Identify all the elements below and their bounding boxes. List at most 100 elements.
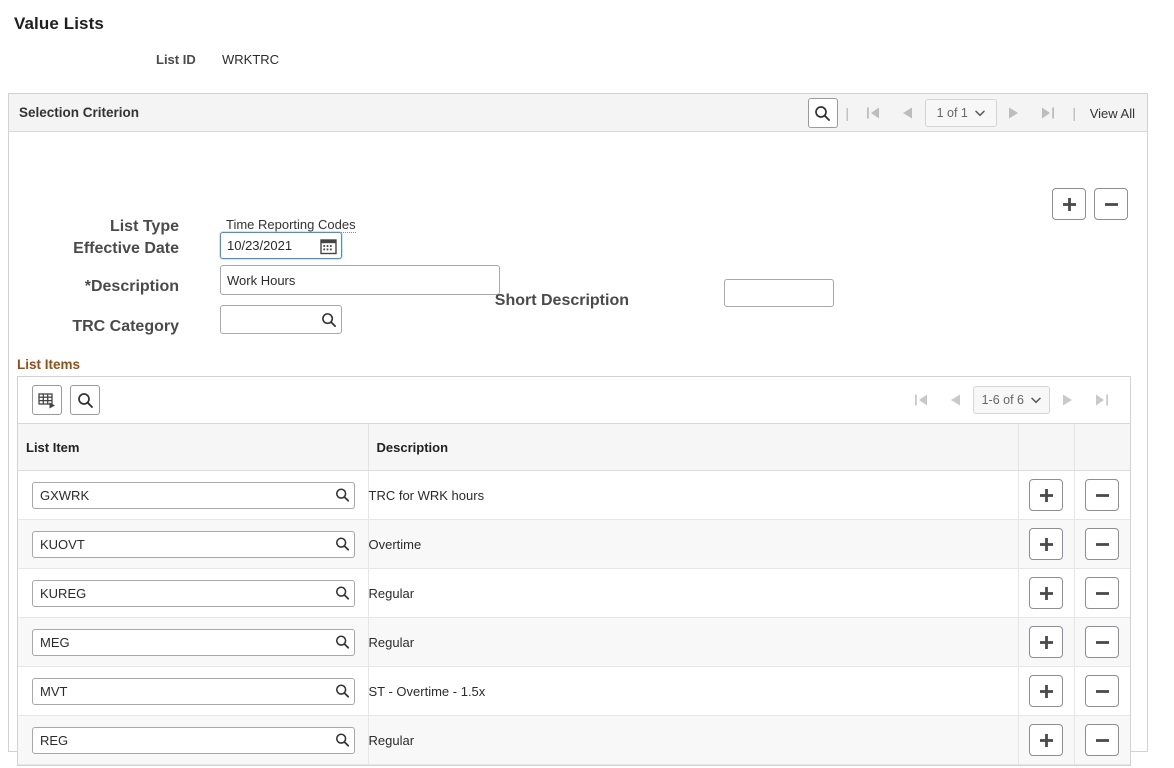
- list-item-lookup-button[interactable]: [335, 586, 350, 601]
- next-page-button[interactable]: [997, 100, 1031, 126]
- plus-icon: [1039, 586, 1053, 600]
- chevron-down-icon: [1031, 397, 1041, 403]
- scroll-navigation-bar: | 1 of 1 | View All: [807, 94, 1137, 132]
- list-item-field-wrap: [32, 726, 355, 754]
- list-item-input[interactable]: [32, 726, 355, 754]
- table-row: Regular: [18, 568, 1130, 618]
- add-row-button[interactable]: [1029, 577, 1063, 609]
- lookup-search-icon: [322, 312, 337, 327]
- page-title: Value Lists: [14, 14, 104, 33]
- cell-remove: [1074, 470, 1130, 520]
- delete-row-button[interactable]: [1085, 724, 1120, 756]
- list-item-field-wrap: [32, 677, 355, 705]
- cell-description: Regular: [368, 617, 1019, 667]
- cell-add: [1018, 470, 1075, 520]
- grid-range-dropdown[interactable]: 1-6 of 6: [972, 386, 1050, 414]
- minus-icon: [1095, 591, 1109, 595]
- table-header-row: List Item Description: [18, 424, 1130, 471]
- cell-add: [1018, 519, 1075, 569]
- delete-row-button[interactable]: [1085, 675, 1120, 707]
- list-item-lookup-button[interactable]: [335, 635, 350, 650]
- list-item-field-wrap: [32, 530, 355, 558]
- search-icon: [815, 105, 831, 121]
- grid-first-page-button[interactable]: [905, 387, 939, 413]
- column-header-list-item: List Item: [18, 424, 369, 471]
- list-id-value: WRKTRC: [222, 52, 280, 67]
- list-items-table-body: TRC for WRK hours: [18, 470, 1130, 765]
- add-row-button[interactable]: [1029, 626, 1063, 658]
- delete-row-button[interactable]: [1085, 577, 1120, 609]
- table-row: TRC for WRK hours: [18, 470, 1130, 520]
- list-item-lookup-button[interactable]: [335, 488, 350, 503]
- delete-row-button[interactable]: [1094, 188, 1128, 220]
- cell-description: Overtime: [368, 519, 1019, 569]
- view-all-link[interactable]: View All: [1090, 106, 1135, 121]
- plus-icon: [1062, 197, 1076, 211]
- minus-icon: [1095, 542, 1109, 546]
- page-indicator-dropdown[interactable]: 1 of 1: [924, 99, 997, 127]
- add-row-button[interactable]: [1029, 675, 1063, 707]
- grid-personalize-icon: [38, 392, 55, 408]
- plus-icon: [1039, 684, 1053, 698]
- grid-next-page-button[interactable]: [1050, 387, 1084, 413]
- effective-date-field-wrap: [220, 232, 342, 259]
- add-row-button[interactable]: [1052, 188, 1086, 220]
- list-item-field-wrap: [32, 579, 355, 607]
- add-row-button[interactable]: [1029, 479, 1063, 511]
- table-row: Regular: [18, 715, 1130, 765]
- short-description-input[interactable]: [724, 279, 834, 307]
- list-id-label: List ID: [156, 52, 196, 67]
- add-row-button[interactable]: [1029, 528, 1063, 560]
- grid-last-page-button[interactable]: [1084, 387, 1118, 413]
- chevron-down-icon: [975, 110, 985, 116]
- cell-list-item: [18, 470, 369, 520]
- delete-row-button[interactable]: [1085, 528, 1120, 560]
- cell-remove: [1074, 666, 1130, 716]
- calendar-icon-button[interactable]: [320, 237, 337, 254]
- grid-find-button[interactable]: [70, 385, 100, 415]
- lookup-search-icon: [335, 537, 350, 551]
- search-icon-button[interactable]: [807, 98, 838, 128]
- next-page-icon: [1009, 107, 1019, 119]
- cell-description: Regular: [368, 568, 1019, 618]
- list-item-lookup-button[interactable]: [335, 684, 350, 699]
- list-item-input[interactable]: [32, 677, 355, 705]
- list-id-row: List ID WRKTRC: [0, 52, 1174, 72]
- add-row-button[interactable]: [1029, 724, 1063, 756]
- lookup-search-icon: [335, 488, 350, 502]
- previous-page-button[interactable]: [891, 100, 925, 126]
- nav-separator-right: |: [1072, 105, 1077, 121]
- minus-icon: [1095, 738, 1109, 742]
- delete-row-button[interactable]: [1085, 626, 1120, 658]
- cell-list-item: [18, 715, 369, 765]
- cell-list-item: [18, 617, 369, 667]
- list-item-input[interactable]: [32, 628, 355, 656]
- row-action-buttons: [1052, 188, 1128, 220]
- previous-page-icon: [903, 107, 913, 119]
- cell-list-item: [18, 519, 369, 569]
- list-item-field-wrap: [32, 481, 355, 509]
- grid-toolbar: 1-6 of 6: [18, 377, 1130, 424]
- list-item-lookup-button[interactable]: [335, 537, 350, 552]
- first-page-button[interactable]: [857, 100, 891, 126]
- grid-personalize-button[interactable]: [32, 385, 62, 415]
- lookup-search-icon: [335, 635, 350, 649]
- list-item-lookup-button[interactable]: [335, 733, 350, 748]
- list-item-input[interactable]: [32, 481, 355, 509]
- cell-remove: [1074, 617, 1130, 667]
- last-page-button[interactable]: [1031, 100, 1065, 126]
- table-row: Overtime: [18, 519, 1130, 569]
- list-items-table: List Item Description GXWRK TRC for WRK …: [18, 424, 1130, 765]
- grid-previous-page-button[interactable]: [939, 387, 973, 413]
- list-item-input[interactable]: [32, 579, 355, 607]
- trc-category-lookup-button[interactable]: [321, 312, 337, 328]
- calendar-icon: [320, 238, 337, 254]
- selection-criterion-groupbox: Selection Criterion | 1 of 1 | View All …: [8, 93, 1148, 766]
- list-type-value[interactable]: Time Reporting Codes: [226, 217, 356, 233]
- grid-pager: 1-6 of 6: [905, 385, 1118, 415]
- cell-add: [1018, 617, 1075, 667]
- delete-row-button[interactable]: [1085, 479, 1120, 511]
- description-input[interactable]: [220, 265, 500, 295]
- cell-description: ST - Overtime - 1.5x: [368, 666, 1019, 716]
- list-item-input[interactable]: [32, 530, 355, 558]
